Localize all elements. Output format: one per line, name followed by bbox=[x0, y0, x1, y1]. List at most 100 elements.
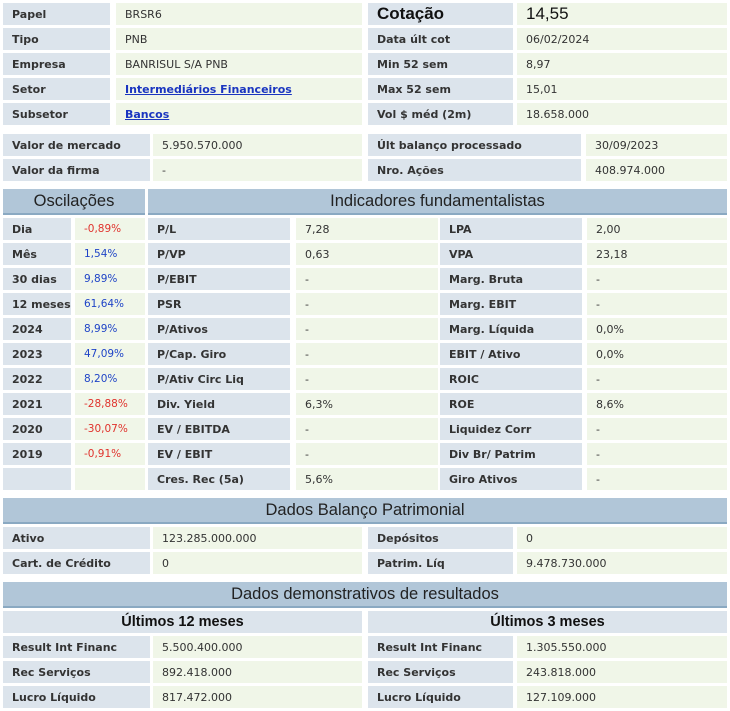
cart-credito-label: Cart. de Crédito bbox=[3, 552, 150, 574]
resultado-label: Lucro Líquido bbox=[3, 686, 150, 708]
nro-acoes-label: Nro. Ações bbox=[368, 159, 581, 181]
indicador-value: - bbox=[587, 368, 727, 390]
resultado-value: 1.305.550.000 bbox=[517, 636, 727, 658]
indicador-label: Div Br/ Patrim bbox=[440, 443, 582, 465]
resultado-label: Result Int Financ bbox=[368, 636, 513, 658]
indicador-value: - bbox=[296, 368, 438, 390]
valor-firma-value: - bbox=[153, 159, 362, 181]
papel-value: BRSR6 bbox=[116, 3, 362, 25]
oscilacao-value: 47,09% bbox=[75, 343, 145, 365]
oscilacao-label: 2020 bbox=[3, 418, 71, 440]
indicador-value: - bbox=[296, 443, 438, 465]
oscilacao-value: -30,07% bbox=[75, 418, 145, 440]
depositos-value: 0 bbox=[517, 527, 727, 549]
indicador-label: P/VP bbox=[148, 243, 290, 265]
depositos-label: Depósitos bbox=[368, 527, 513, 549]
patrim-liq-value: 9.478.730.000 bbox=[517, 552, 727, 574]
oscilacao-value: 8,99% bbox=[75, 318, 145, 340]
indicador-value: 5,6% bbox=[296, 468, 438, 490]
indicador-label: EBIT / Ativo bbox=[440, 343, 582, 365]
resultado-label: Rec Serviços bbox=[368, 661, 513, 683]
oscilacao-empty-value bbox=[75, 468, 145, 490]
oscilacao-value: 8,20% bbox=[75, 368, 145, 390]
oscilacao-value: -0,89% bbox=[75, 218, 145, 240]
indicador-value: - bbox=[296, 268, 438, 290]
resultado-label: Rec Serviços bbox=[3, 661, 150, 683]
cotacao-label-text: Cotação bbox=[377, 4, 445, 23]
indicador-value: 0,0% bbox=[587, 318, 727, 340]
oscilacao-label: 2019 bbox=[3, 443, 71, 465]
empresa-label: Empresa bbox=[3, 53, 110, 75]
indicador-value: 0,63 bbox=[296, 243, 438, 265]
oscilacao-label: Mês bbox=[3, 243, 71, 265]
valor-mercado-label: Valor de mercado bbox=[3, 134, 150, 156]
indicadores-header: Indicadores fundamentalistas bbox=[148, 189, 727, 215]
oscilacao-value: 61,64% bbox=[75, 293, 145, 315]
oscilacao-label: 2024 bbox=[3, 318, 71, 340]
max-52-value: 15,01 bbox=[517, 78, 727, 100]
ultimos-12-meses-header: Últimos 12 meses bbox=[3, 611, 362, 633]
oscilacao-value: -0,91% bbox=[75, 443, 145, 465]
indicador-value: - bbox=[587, 268, 727, 290]
resultado-value: 127.109.000 bbox=[517, 686, 727, 708]
oscilacao-empty-label bbox=[3, 468, 71, 490]
data-ult-cot-value: 06/02/2024 bbox=[517, 28, 727, 50]
resultado-label: Result Int Financ bbox=[3, 636, 150, 658]
setor-cell: Intermediários Financeiros bbox=[116, 78, 362, 100]
resultado-value: 892.418.000 bbox=[153, 661, 362, 683]
resultado-value: 5.500.400.000 bbox=[153, 636, 362, 658]
resultados-header: Dados demonstrativos de resultados bbox=[3, 582, 727, 608]
indicador-label: ROE bbox=[440, 393, 582, 415]
indicador-value: 2,00 bbox=[587, 218, 727, 240]
oscilacao-value: 9,89% bbox=[75, 268, 145, 290]
indicador-label: Cres. Rec (5a) bbox=[148, 468, 290, 490]
indicador-label: PSR bbox=[148, 293, 290, 315]
indicador-value: 8,6% bbox=[587, 393, 727, 415]
resultado-value: 817.472.000 bbox=[153, 686, 362, 708]
min-52-value: 8,97 bbox=[517, 53, 727, 75]
indicador-value: - bbox=[296, 318, 438, 340]
oscilacao-value: 1,54% bbox=[75, 243, 145, 265]
cotacao-value: 14,55 bbox=[517, 3, 727, 25]
indicador-label: P/Ativ Circ Liq bbox=[148, 368, 290, 390]
indicador-label: EV / EBITDA bbox=[148, 418, 290, 440]
ult-balanco-label: Últ balanço processado bbox=[368, 134, 581, 156]
indicador-value: - bbox=[587, 293, 727, 315]
min-52-label: Min 52 sem bbox=[368, 53, 513, 75]
oscilacao-label: 2022 bbox=[3, 368, 71, 390]
setor-link[interactable]: Intermediários Financeiros bbox=[125, 83, 292, 96]
cart-credito-value: 0 bbox=[153, 552, 362, 574]
indicador-label: P/Ativos bbox=[148, 318, 290, 340]
indicador-value: 23,18 bbox=[587, 243, 727, 265]
ativo-label: Ativo bbox=[3, 527, 150, 549]
indicador-label: EV / EBIT bbox=[148, 443, 290, 465]
data-ult-cot-label: Data últ cot bbox=[368, 28, 513, 50]
nro-acoes-value: 408.974.000 bbox=[586, 159, 727, 181]
vol-value: 18.658.000 bbox=[517, 103, 727, 125]
indicador-label: ROIC bbox=[440, 368, 582, 390]
indicador-value: - bbox=[587, 443, 727, 465]
setor-label: Setor bbox=[3, 78, 110, 100]
indicador-value: 7,28 bbox=[296, 218, 438, 240]
vol-label: Vol $ méd (2m) bbox=[368, 103, 513, 125]
subsetor-link[interactable]: Bancos bbox=[125, 108, 169, 121]
oscilacoes-header: Oscilações bbox=[3, 189, 145, 215]
oscilacao-label: 2021 bbox=[3, 393, 71, 415]
indicador-label: P/Cap. Giro bbox=[148, 343, 290, 365]
indicador-label: Marg. Líquida bbox=[440, 318, 582, 340]
indicador-label: P/L bbox=[148, 218, 290, 240]
indicador-value: - bbox=[587, 468, 727, 490]
tipo-label: Tipo bbox=[3, 28, 110, 50]
indicador-label: Div. Yield bbox=[148, 393, 290, 415]
cotacao-value-text: 14,55 bbox=[526, 4, 569, 23]
oscilacao-label: Dia bbox=[3, 218, 71, 240]
tipo-value: PNB bbox=[116, 28, 362, 50]
resultado-value: 243.818.000 bbox=[517, 661, 727, 683]
cotacao-label: Cotação bbox=[368, 3, 513, 25]
indicador-value: - bbox=[296, 343, 438, 365]
ativo-value: 123.285.000.000 bbox=[153, 527, 362, 549]
papel-label: Papel bbox=[3, 3, 110, 25]
subsetor-cell: Bancos bbox=[116, 103, 362, 125]
indicador-label: P/EBIT bbox=[148, 268, 290, 290]
indicador-value: 0,0% bbox=[587, 343, 727, 365]
